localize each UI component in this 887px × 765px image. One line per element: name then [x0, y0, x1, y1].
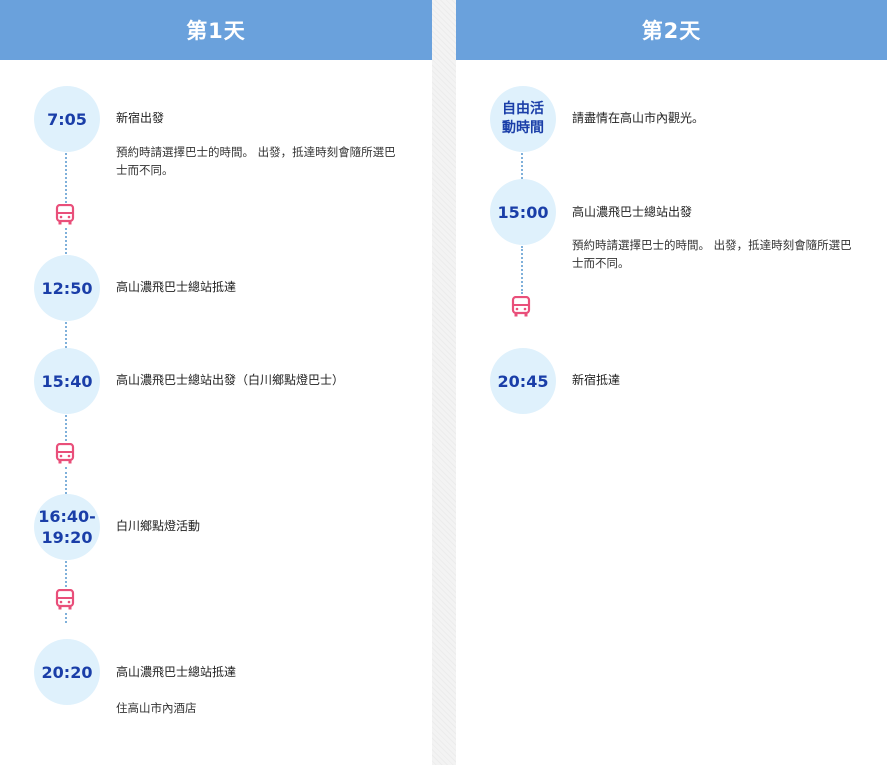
- time-bubble: 7:05: [34, 86, 100, 152]
- stop-title: 白川鄉點燈活動: [116, 519, 201, 533]
- timeline-connector: [65, 228, 67, 254]
- time-bubble: 12:50: [34, 255, 100, 321]
- timeline-connector: [65, 613, 67, 623]
- bus-icon: [55, 589, 75, 610]
- timeline-connector: [521, 246, 523, 294]
- time-bubble: 16:40- 19:20: [34, 494, 100, 560]
- stop-title: 新宿抵達: [572, 373, 621, 387]
- bus-icon: [55, 443, 75, 464]
- timeline-connector: [65, 467, 67, 494]
- stop-title: 高山濃飛巴士總站出發（白川鄉點燈巴士）: [116, 373, 345, 387]
- time-bubble: 20:45: [490, 348, 556, 414]
- stop-description: 預約時請選擇巴士的時間。 出發，抵達時刻會隨所選巴士而不同。: [572, 238, 852, 270]
- day-2-header: 第2天: [456, 0, 887, 60]
- timeline-connector: [65, 561, 67, 587]
- timeline-connector: [65, 322, 67, 348]
- time-bubble: 15:40: [34, 348, 100, 414]
- stop-description: 住高山市內酒店: [116, 701, 197, 715]
- bus-icon: [511, 296, 531, 317]
- day-2-column: 第2天 自由活 動時間 請盡情在高山市內觀光。 15:00 高山濃飛巴士總站出發…: [456, 0, 887, 765]
- timeline-connector: [65, 415, 67, 441]
- time-bubble: 自由活 動時間: [490, 86, 556, 152]
- timeline-connector: [521, 153, 523, 179]
- timeline-connector: [65, 153, 67, 203]
- stop-title: 高山濃飛巴士總站抵達: [116, 280, 237, 294]
- time-bubble: 20:20: [34, 639, 100, 705]
- stop-title: 請盡情在高山市內觀光。: [572, 111, 705, 125]
- day-1-header: 第1天: [0, 0, 432, 60]
- stop-title: 高山濃飛巴士總站出發: [572, 205, 693, 219]
- bus-icon: [55, 204, 75, 225]
- stop-title: 高山濃飛巴士總站抵達: [116, 665, 237, 679]
- time-bubble: 15:00: [490, 179, 556, 245]
- stop-title: 新宿出發: [116, 111, 165, 125]
- stop-description: 預約時請選擇巴士的時間。 出發，抵達時刻會隨所選巴士而不同。: [116, 145, 396, 177]
- day-1-column: 第1天 7:05 新宿出發 預約時請選擇巴士的時間。 出發，抵達時刻會隨所選巴士…: [0, 0, 432, 765]
